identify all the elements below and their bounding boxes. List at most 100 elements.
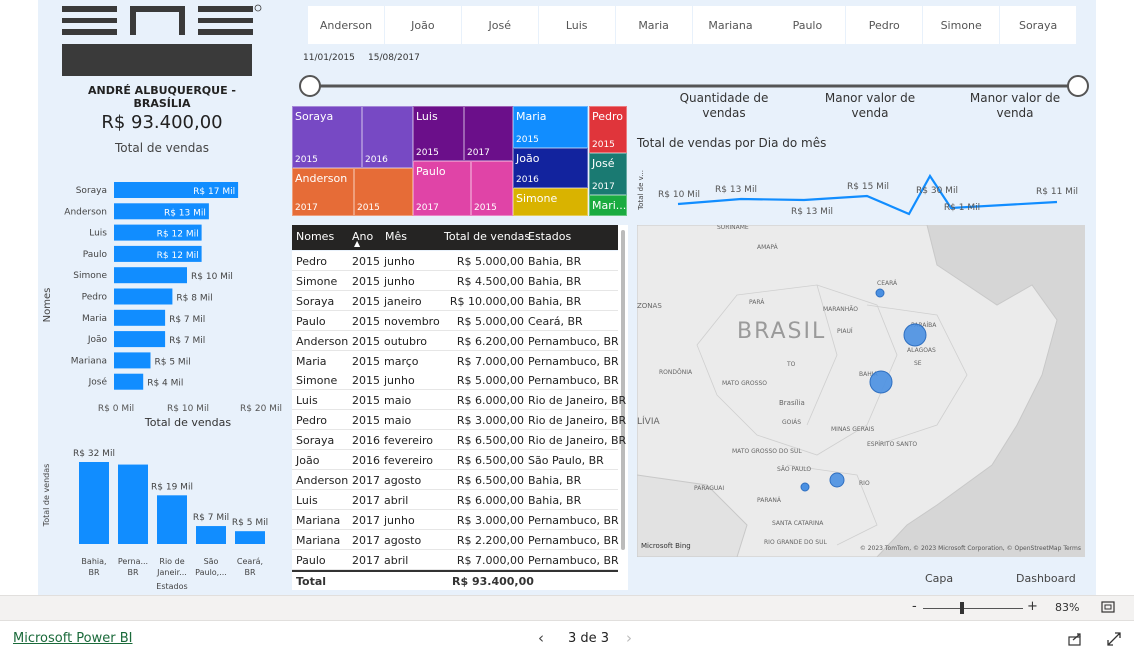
table-row[interactable]: Soraya 2015 janeiro R$ 10.000,00 Bahia, BR	[292, 290, 618, 311]
zoom-out-button[interactable]: -	[912, 599, 917, 614]
bar-category-8: Mariana	[71, 356, 107, 366]
prev-page-button[interactable]: ‹	[538, 629, 544, 647]
treemap-cell-2[interactable]: Luis 2015	[413, 106, 464, 161]
bar-category-1: Anderson	[64, 207, 107, 217]
slicer-item-8[interactable]: Simone	[923, 6, 1000, 44]
bar-category-6: Maria	[82, 314, 107, 324]
slicer-item-9[interactable]: Soraya	[1000, 6, 1077, 44]
map-point-rio[interactable]	[829, 472, 845, 488]
bar-6[interactable]	[114, 309, 166, 326]
date-start[interactable]: 11/01/2015	[300, 52, 358, 64]
treemap-cell-13[interactable]: Mari...	[589, 195, 627, 216]
bar-8[interactable]	[114, 352, 151, 369]
zoom-in-button[interactable]: +	[1027, 599, 1038, 614]
fit-to-page-icon[interactable]	[1101, 601, 1115, 613]
slicer-item-6[interactable]: Paulo	[769, 6, 846, 44]
table-header: Nomes Ano ▲ Mês Total de vendas Estados	[292, 225, 618, 250]
page-link-capa[interactable]: Capa	[925, 572, 953, 585]
state-bar-2[interactable]	[157, 495, 187, 544]
table-row[interactable]: Paulo 2017 abril R$ 7.000,00 Pernambuco, BR	[292, 549, 619, 570]
table-row[interactable]: Luis 2017 abril R$ 6.000,00 Bahia, BR	[292, 489, 618, 510]
slicer-item-7[interactable]: Pedro	[846, 6, 923, 44]
table-row[interactable]: Mariana 2017 junho R$ 3.000,00 Pernambuco, B…	[292, 509, 619, 530]
table-cell: Paulo	[296, 553, 326, 567]
table-scrollbar[interactable]	[621, 230, 625, 550]
total-label: Total	[296, 575, 327, 588]
table-cell: fevereiro	[384, 434, 434, 448]
table-cell: Bahia, BR	[528, 274, 582, 288]
map-point-ceara[interactable]	[875, 288, 885, 298]
table-cell: R$ 10.000,00	[449, 294, 524, 308]
table-row[interactable]: Soraya 2016 fevereiro R$ 6.500,00 Rio de Jan…	[292, 430, 626, 451]
slicer-item-1[interactable]: João	[384, 6, 461, 44]
treemap-cell-8[interactable]: Paulo 2017	[413, 161, 471, 216]
state-bar-3[interactable]	[196, 526, 226, 544]
slicer-item-3[interactable]: Luis	[538, 6, 615, 44]
map-point-bahia[interactable]	[869, 370, 893, 394]
power-bi-link[interactable]: Microsoft Power BI	[13, 631, 132, 646]
table-row[interactable]: João 2016 fevereiro R$ 6.500,00 São Paulo, B…	[292, 450, 618, 470]
map-point-sao-paulo[interactable]	[800, 482, 810, 492]
share-icon[interactable]	[1067, 631, 1083, 647]
treemap-cell-12[interactable]: Simone	[513, 188, 588, 216]
state-bar-0[interactable]	[79, 462, 109, 544]
table-cell: abril	[384, 493, 409, 507]
bar-category-7: João	[87, 335, 108, 345]
map-label-11: MATO GROSSO	[722, 380, 767, 387]
slicer-item-0[interactable]: Anderson	[308, 6, 384, 44]
bar-7[interactable]	[114, 331, 166, 348]
page-link-dashboard[interactable]: Dashboard	[1016, 572, 1076, 585]
table-cell: R$ 5.000,00	[456, 255, 524, 268]
next-page-button[interactable]: ›	[626, 629, 632, 647]
treemap-cell-10[interactable]: João 2016	[513, 148, 588, 188]
sales-map[interactable]: SURINAMEAMAPÁCEARÁPARÁMARANHÃOPIAUÍPARAÍ…	[637, 225, 1085, 557]
treemap-cell-3[interactable]: 2017	[464, 106, 513, 161]
zoom-value: 83%	[1055, 601, 1080, 614]
slicer-item-2[interactable]: José	[461, 6, 538, 44]
date-end[interactable]: 15/08/2017	[365, 52, 423, 64]
table-row[interactable]: Luis 2015 maio R$ 6.000,00 Rio de Janeiro, B…	[292, 390, 626, 411]
treemap-cell-11[interactable]: José 2017	[589, 153, 627, 195]
table-cell: Anderson	[296, 473, 349, 487]
bar-5[interactable]	[114, 288, 173, 305]
slicer-item-5[interactable]: Mariana	[692, 6, 769, 44]
treemap-cell-6[interactable]: Anderson 2017	[292, 168, 354, 216]
col-estados[interactable]: Estados	[528, 230, 571, 243]
table-row[interactable]: Anderson 2015 outubro R$ 6.200,00 Pernambuco…	[292, 330, 619, 351]
bar-9[interactable]	[114, 373, 144, 390]
table-row[interactable]: Paulo 2015 novembro R$ 5.000,00 Ceará, BR	[292, 310, 618, 331]
table-row[interactable]: Pedro 2015 junho R$ 5.000,00 Bahia, BR	[292, 251, 618, 271]
table-row[interactable]: Simone 2015 junho R$ 4.500,00 Bahia, BR	[292, 270, 618, 291]
table-row[interactable]: Anderson 2017 agosto R$ 6.500,00 Bahia, BR	[292, 469, 618, 490]
x-axis-label: Total de vendas	[144, 416, 231, 429]
col-nomes[interactable]: Nomes	[296, 230, 334, 243]
treemap-cell-1[interactable]: 2016	[362, 106, 413, 168]
treemap-cell-7[interactable]: 2015	[354, 168, 413, 216]
zoom-slider-thumb[interactable]	[960, 602, 964, 614]
treemap-cell-4[interactable]: Maria 2015	[513, 106, 588, 148]
fullscreen-icon[interactable]	[1106, 631, 1122, 647]
treemap-cell-year: 2015	[474, 203, 497, 213]
table-row[interactable]: Simone 2015 junho R$ 5.000,00 Pernambuco, BR	[292, 370, 619, 391]
table-row[interactable]: Mariana 2017 agosto R$ 2.200,00 Pernambuco, …	[292, 529, 619, 550]
col-mes[interactable]: Mês	[385, 230, 407, 243]
table-row[interactable]: Pedro 2015 maio R$ 3.000,00 Rio de Janeiro, …	[292, 410, 626, 431]
col-total[interactable]: Total de vendas	[444, 230, 530, 243]
map-point-pernambuco[interactable]	[903, 323, 927, 347]
treemap-cell-year: 2015	[295, 155, 318, 165]
treemap-cell-0[interactable]: Soraya 2015	[292, 106, 362, 168]
slicer-item-4[interactable]: Maria	[615, 6, 692, 44]
table-total-row: Total R$ 93.400,00	[292, 570, 618, 590]
table-cell: Luis	[296, 493, 318, 507]
treemap-cell-5[interactable]: Pedro 2015	[589, 106, 627, 153]
slider-handle-end[interactable]	[1067, 75, 1089, 97]
state-bar-4[interactable]	[235, 531, 265, 544]
slider-handle-start[interactable]	[299, 75, 321, 97]
table-row[interactable]: Maria 2015 março R$ 7.000,00 Pernambuco, BR	[292, 350, 619, 371]
state-bar-1[interactable]	[118, 464, 148, 544]
bar-4[interactable]	[114, 267, 187, 284]
table-cell: Soraya	[296, 434, 335, 448]
zoom-slider[interactable]	[923, 608, 1023, 609]
person-name: ANDRÉ ALBUQUERQUE - BRASÍLIA	[88, 84, 236, 110]
treemap-cell-9[interactable]: 2015	[471, 161, 513, 216]
